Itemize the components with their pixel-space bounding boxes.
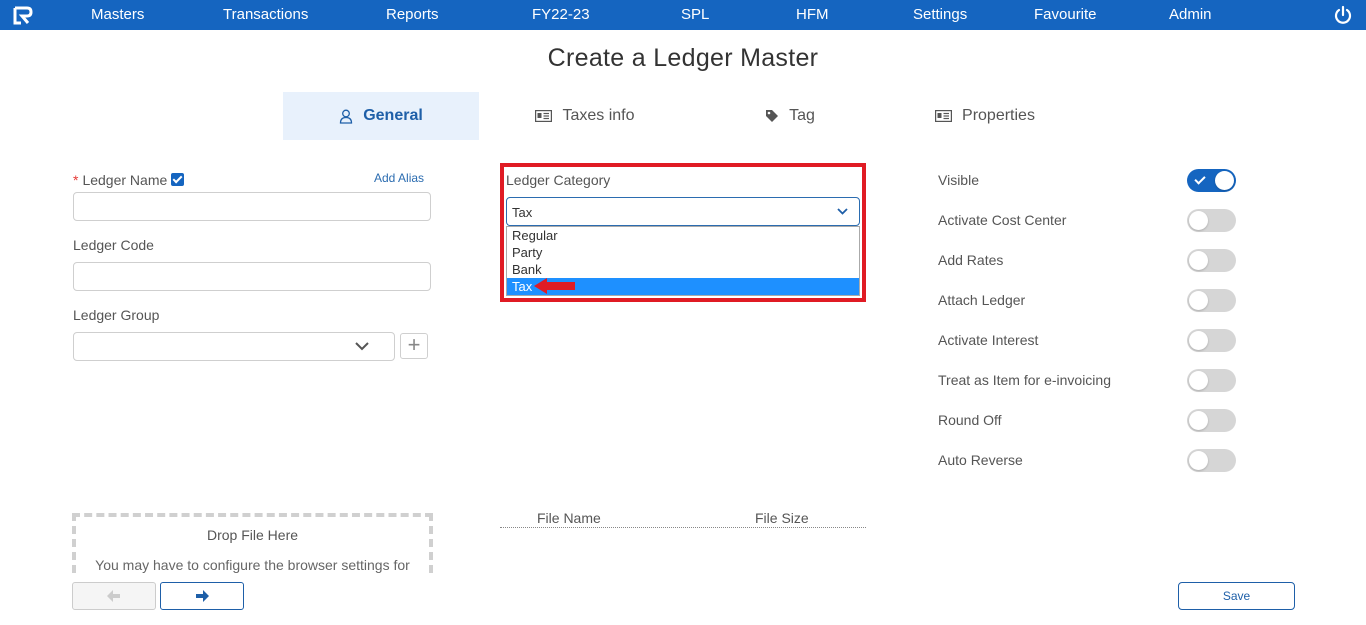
top-nav-bar: Masters Transactions Reports FY22-23 SPL… [0, 0, 1366, 30]
nav-settings[interactable]: Settings [913, 6, 967, 23]
activate-interest-toggle[interactable] [1187, 329, 1236, 352]
nav-admin[interactable]: Admin [1169, 6, 1212, 23]
option-party[interactable]: Party [507, 244, 859, 261]
nav-favourite[interactable]: Favourite [1034, 6, 1097, 23]
drop-zone-subtitle: You may have to configure the browser se… [95, 557, 410, 573]
ledger-category-select[interactable]: Tax [506, 197, 860, 226]
nav-masters[interactable]: Masters [91, 6, 144, 23]
app-logo-icon[interactable] [13, 6, 33, 25]
option-bank[interactable]: Bank [507, 261, 859, 278]
nav-hfm[interactable]: HFM [796, 6, 829, 23]
nav-fiscal-year[interactable]: FY22-23 [532, 6, 590, 23]
nav-reports[interactable]: Reports [386, 6, 439, 23]
ledger-code-label: Ledger Code [73, 237, 154, 253]
power-icon[interactable] [1334, 5, 1352, 25]
ledger-name-input[interactable] [73, 192, 431, 221]
tab-taxes-info-label: Taxes info [562, 107, 635, 124]
ledger-category-value: Tax [512, 205, 533, 220]
ledger-category-label: Ledger Category [506, 172, 611, 188]
user-icon [340, 109, 353, 124]
activate-cost-center-toggle[interactable] [1187, 209, 1236, 232]
tab-general-label: General [363, 107, 423, 124]
auto-reverse-label: Auto Reverse [938, 452, 1023, 468]
round-off-label: Round Off [938, 412, 1002, 428]
activate-cost-center-label: Activate Cost Center [938, 212, 1067, 228]
file-name-header: File Name [537, 510, 601, 526]
arrow-right-icon [196, 590, 209, 602]
red-arrow-icon [534, 278, 575, 294]
drop-zone-title: Drop File Here [206, 527, 299, 543]
chevron-down-icon [355, 342, 369, 351]
nav-transactions[interactable]: Transactions [223, 6, 308, 23]
add-ledger-group-button[interactable]: + [400, 333, 428, 359]
visible-label: Visible [938, 172, 979, 188]
tag-icon [766, 110, 779, 122]
id-card-icon [935, 110, 953, 122]
file-drop-zone[interactable]: Drop File Here You may have to configure… [72, 513, 433, 573]
tab-tag-label: Tag [789, 107, 815, 124]
nav-spl[interactable]: SPL [681, 6, 709, 23]
add-alias-link[interactable]: Add Alias [374, 171, 424, 185]
tab-properties-label: Properties [962, 107, 1035, 124]
tab-taxes-info[interactable]: Taxes info [510, 92, 660, 140]
visible-toggle[interactable] [1187, 169, 1236, 192]
ledger-group-label: Ledger Group [73, 307, 160, 323]
treat-as-item-toggle[interactable] [1187, 369, 1236, 392]
auto-reverse-toggle[interactable] [1187, 449, 1236, 472]
round-off-toggle[interactable] [1187, 409, 1236, 432]
add-rates-toggle[interactable] [1187, 249, 1236, 272]
ledger-name-label-text: Ledger Name [82, 172, 168, 188]
option-regular[interactable]: Regular [507, 227, 859, 244]
ledger-group-select[interactable] [73, 332, 395, 361]
save-button[interactable]: Save [1178, 582, 1295, 610]
tab-general[interactable]: General [283, 92, 479, 140]
attach-ledger-label: Attach Ledger [938, 292, 1026, 308]
treat-as-item-label: Treat as Item for e-invoicing [938, 372, 1111, 388]
files-table-header: File Name File Size [500, 510, 866, 528]
ledger-code-input[interactable] [73, 262, 431, 291]
previous-button[interactable] [72, 582, 156, 610]
ledger-name-checkbox[interactable] [171, 173, 185, 186]
file-size-header: File Size [755, 510, 809, 526]
page-title: Create a Ledger Master [547, 44, 819, 72]
chevron-down-icon [837, 208, 848, 215]
ledger-name-label: * Ledger Name [73, 172, 185, 188]
tab-properties[interactable]: Properties [915, 92, 1055, 140]
attach-ledger-toggle[interactable] [1187, 289, 1236, 312]
add-rates-label: Add Rates [938, 252, 1004, 268]
required-asterisk: * [73, 172, 79, 188]
tab-tag[interactable]: Tag [740, 92, 840, 140]
id-card-icon [535, 110, 553, 122]
next-button[interactable] [160, 582, 244, 610]
activate-interest-label: Activate Interest [938, 332, 1039, 348]
arrow-left-icon [107, 590, 120, 602]
